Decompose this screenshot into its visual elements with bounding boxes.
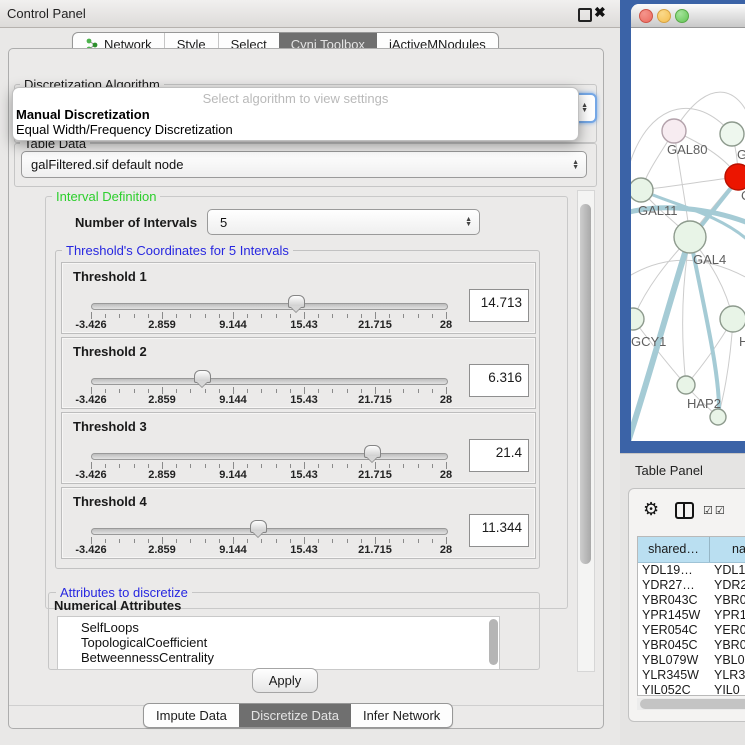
node-label: H — [739, 334, 745, 349]
list-item[interactable]: TopologicalCoefficient — [58, 635, 499, 650]
node-label: GCY1 — [631, 334, 666, 349]
list-scrollbar[interactable] — [489, 619, 498, 665]
node-label: GAL4 — [693, 252, 726, 267]
threshold-1-slider-track[interactable] — [91, 303, 448, 310]
threshold-3-slider-thumb[interactable] — [364, 445, 381, 458]
zoom-traffic-light-icon[interactable] — [675, 9, 689, 23]
num-intervals-combobox[interactable]: 5 ▲▼ — [207, 209, 480, 235]
dropdown-option-manual[interactable]: Manual Discretization — [13, 107, 578, 122]
scrollbar-thumb[interactable] — [640, 699, 745, 709]
close-icon[interactable]: ✖ — [594, 4, 606, 21]
minimize-traffic-light-icon[interactable] — [657, 9, 671, 23]
column-header-shared[interactable]: shared… — [638, 537, 710, 562]
table-row[interactable]: YPR145WYPR1 — [638, 608, 745, 623]
thresholds-group-title: Threshold's Coordinates for 5 Intervals — [62, 244, 293, 257]
node-attribute-table: shared… na YDL19…YDL1 YDR27…YDR2 YBR043C… — [637, 536, 745, 696]
node-gal11[interactable] — [631, 178, 653, 202]
node-gcy1[interactable] — [631, 308, 644, 330]
threshold-2-panel: Threshold 2 -3.426 2.859 9.144 15.43 21.… — [61, 337, 536, 409]
node-gal80[interactable] — [662, 119, 686, 143]
node-red-selected[interactable] — [725, 164, 745, 190]
list-item[interactable]: SelfLoops — [58, 620, 499, 635]
stepper-arrows-icon: ▲▼ — [465, 210, 472, 234]
threshold-2-label: Threshold 2 — [73, 344, 147, 359]
num-intervals-label: Number of Intervals — [75, 215, 197, 230]
list-item[interactable]: BetweennessCentrality — [58, 650, 499, 665]
dropdown-option-equal-width[interactable]: Equal Width/Frequency Discretization — [13, 122, 578, 137]
table-row[interactable]: YLR345WYLR3 — [638, 668, 745, 683]
interval-definition-title: Interval Definition — [52, 190, 160, 203]
table-row[interactable]: YDR27…YDR2 — [638, 578, 745, 593]
network-graph: GAL80 GA C GAL11 GAL4 GCY1 H HAP2 — [631, 28, 745, 441]
node-label: C — [741, 188, 745, 203]
table-row[interactable]: YBR043CYBR0 — [638, 593, 745, 608]
table-panel-container: ⚙ ☑☑ shared… na YDL19…YDL1 YDR27…YDR2 YB… — [628, 488, 745, 722]
threshold-1-panel: Threshold 1 -3.426 2.859 9.144 15.43 21.… — [61, 262, 536, 334]
threshold-4-slider-thumb[interactable] — [250, 520, 267, 533]
table-panel-region: Table Panel ⚙ ☑☑ shared… na YDL19…YDL1 Y… — [620, 453, 745, 745]
node-hap2[interactable] — [677, 376, 695, 394]
network-window: GAL80 GA C GAL11 GAL4 GCY1 H HAP2 — [631, 4, 745, 441]
table-rows: YDL19…YDL1 YDR27…YDR2 YBR043CYBR0 YPR145… — [638, 563, 745, 696]
threshold-3-value-field[interactable]: 21.4 — [469, 439, 529, 472]
threshold-3-slider-track[interactable] — [91, 453, 448, 460]
table-row[interactable]: YER054CYER0 — [638, 623, 745, 638]
panel-title: Control Panel — [7, 6, 86, 21]
node-bottom-partial[interactable] — [710, 409, 726, 425]
scrollbar-thumb[interactable] — [580, 204, 591, 564]
table-row[interactable]: YDL19…YDL1 — [638, 563, 745, 578]
node-label: HAP2 — [687, 396, 721, 411]
threshold-2-value-field[interactable]: 6.316 — [469, 364, 529, 397]
node-gal4[interactable] — [674, 221, 706, 253]
node-partial-top-right[interactable] — [720, 122, 744, 146]
select-columns-icon[interactable]: ☑☑ — [703, 504, 727, 517]
app-root: Control Panel ✖ Network Style Select Cyn… — [0, 0, 745, 745]
threshold-4-value-field[interactable]: 11.344 — [469, 514, 529, 547]
threshold-3-panel: Threshold 3 -3.426 2.859 9.144 15.43 21.… — [61, 412, 536, 484]
dropdown-placeholder: Select algorithm to view settings — [13, 91, 578, 107]
threshold-2-slider-thumb[interactable] — [194, 370, 211, 383]
table-data-combobox[interactable]: galFiltered.sif default node ▲▼ — [21, 151, 587, 178]
threshold-1-value-field[interactable]: 14.713 — [469, 289, 529, 322]
threshold-2-slider-track[interactable] — [91, 378, 448, 385]
node-label: GAL80 — [667, 142, 707, 157]
table-row[interactable]: YBL079WYBL0 — [638, 653, 745, 668]
stepper-arrows-icon: ▲▼ — [581, 95, 588, 121]
tab-infer-network[interactable]: Infer Network — [351, 704, 452, 727]
numerical-attributes-list: SelfLoops TopologicalCoefficient Between… — [57, 616, 500, 670]
threshold-3-label: Threshold 3 — [73, 419, 147, 434]
float-window-icon[interactable] — [578, 8, 592, 22]
threshold-4-slider-track[interactable] — [91, 528, 448, 535]
gear-icon[interactable]: ⚙ — [643, 499, 659, 520]
column-selector-icon[interactable] — [675, 502, 694, 519]
threshold-1-label: Threshold 1 — [73, 269, 147, 284]
numerical-attributes-label: Numerical Attributes — [54, 598, 181, 613]
apply-button[interactable]: Apply — [252, 668, 318, 693]
node-right-mid[interactable] — [720, 306, 745, 332]
table-panel-title: Table Panel — [635, 463, 703, 478]
cyni-bottom-tabs: Impute Data Discretize Data Infer Networ… — [143, 703, 453, 728]
threshold-4-label: Threshold 4 — [73, 494, 147, 509]
close-traffic-light-icon[interactable] — [639, 9, 653, 23]
node-label: GAL11 — [638, 203, 678, 218]
control-panel-titlebar: Control Panel ✖ — [0, 0, 620, 28]
table-horizontal-scrollbar[interactable] — [637, 698, 745, 710]
table-row[interactable]: YIL052CYIL0 — [638, 683, 745, 696]
panel-scrollbar[interactable] — [577, 190, 595, 672]
tab-impute-data[interactable]: Impute Data — [144, 704, 239, 727]
table-header: shared… na — [638, 537, 745, 563]
table-row[interactable]: YBR045CYBR0 — [638, 638, 745, 653]
network-window-titlebar[interactable] — [631, 4, 745, 28]
tab-discretize-data[interactable]: Discretize Data — [239, 704, 351, 727]
network-canvas[interactable]: GAL80 GA C GAL11 GAL4 GCY1 H HAP2 — [631, 28, 745, 441]
threshold-4-panel: Threshold 4 -3.426 2.859 9.144 15.43 21.… — [61, 487, 536, 559]
node-label: GA — [737, 147, 745, 162]
stepper-arrows-icon: ▲▼ — [572, 152, 579, 177]
threshold-1-slider-thumb[interactable] — [288, 295, 305, 308]
column-header-name[interactable]: na — [710, 537, 745, 562]
algorithm-dropdown-popup: Select algorithm to view settings Manual… — [12, 87, 579, 141]
